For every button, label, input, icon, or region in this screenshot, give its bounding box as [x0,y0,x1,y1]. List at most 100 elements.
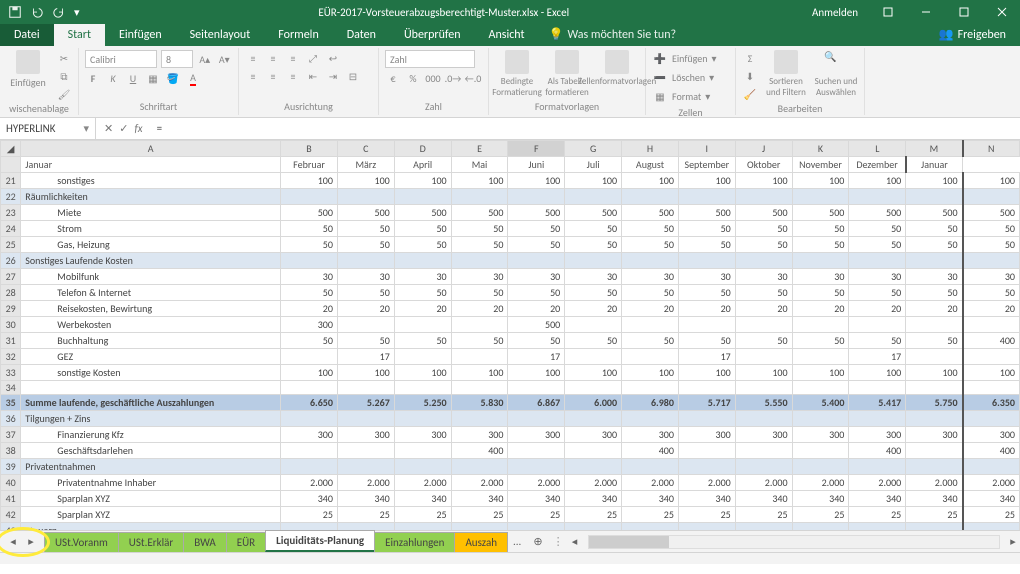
row-label[interactable]: Finanzierung Kfz [21,427,281,443]
align-bottom-icon[interactable]: ≡ [285,50,301,66]
cell[interactable]: 17 [849,349,906,365]
cell[interactable] [735,411,792,427]
cell[interactable] [622,317,679,333]
cell[interactable]: 50 [678,237,735,253]
cell[interactable]: 500 [394,205,451,221]
cell[interactable]: 30 [849,269,906,285]
cell[interactable] [565,459,622,475]
tell-me-search[interactable]: 💡 Was möchten Sie tun? [539,23,687,46]
cell[interactable] [735,253,792,269]
comma-icon[interactable]: 000 [425,70,441,86]
cell[interactable] [565,523,622,531]
cell[interactable] [792,443,849,459]
row-label[interactable]: Reisekosten, Bewirtung [21,301,281,317]
currency-icon[interactable]: € [385,70,401,86]
cell[interactable]: 500 [849,205,906,221]
cell[interactable] [394,253,451,269]
tab-ueberpruefen[interactable]: Überprüfen [390,24,475,46]
tab-daten[interactable]: Daten [333,24,390,46]
cell[interactable] [906,523,963,531]
sign-in-link[interactable]: Anmelden [800,6,870,19]
cell[interactable] [565,317,622,333]
cell[interactable]: 100 [906,365,963,381]
column-header[interactable]: K [792,141,849,157]
cell[interactable]: 30 [678,269,735,285]
sheet-more[interactable]: ... [507,535,527,548]
cell[interactable]: 50 [963,285,1020,301]
cell[interactable]: 100 [622,173,679,189]
cell[interactable]: 2.000 [622,475,679,491]
cell[interactable]: 50 [451,221,508,237]
cell[interactable] [678,459,735,475]
cell[interactable]: 50 [394,237,451,253]
row-header[interactable]: 21 [1,173,21,189]
cell[interactable] [337,253,394,269]
column-header[interactable]: M [906,141,963,157]
cell[interactable] [451,253,508,269]
row-header[interactable]: 22 [1,189,21,205]
cell[interactable] [906,189,963,205]
cell[interactable]: 50 [565,221,622,237]
sheet-tab[interactable]: Einzahlungen [374,532,455,552]
cell[interactable]: 30 [394,269,451,285]
tab-datei[interactable]: Datei [0,24,54,46]
cell[interactable] [963,349,1020,365]
cell[interactable]: 50 [849,333,906,349]
cell[interactable] [792,459,849,475]
cell[interactable] [281,349,338,365]
cell[interactable]: 340 [565,491,622,507]
cell[interactable]: 50 [337,285,394,301]
cell[interactable] [508,381,565,395]
cell[interactable]: 2.000 [735,475,792,491]
cell[interactable]: 50 [849,285,906,301]
row-header[interactable]: 24 [1,221,21,237]
cell[interactable]: 500 [963,205,1020,221]
cell[interactable] [735,523,792,531]
increase-font-icon[interactable]: A▴ [197,51,213,67]
cell[interactable]: 400 [963,443,1020,459]
cell[interactable]: 340 [678,491,735,507]
cell[interactable] [678,523,735,531]
cell[interactable]: 400 [451,443,508,459]
horizontal-scrollbar[interactable] [588,535,1000,549]
cell[interactable] [622,411,679,427]
cell[interactable]: 50 [906,285,963,301]
row-header[interactable]: 43 [1,523,21,531]
spreadsheet-grid[interactable]: ◢ABCDEFGHIJKLMN JanuarFebruarMärzAprilMa… [0,140,1020,530]
cell[interactable] [963,381,1020,395]
cell[interactable]: 5.267 [337,395,394,411]
cell[interactable]: 30 [735,269,792,285]
tab-seitenlayout[interactable]: Seitenlayout [176,24,265,46]
cell[interactable]: 5.250 [394,395,451,411]
cell[interactable]: 25 [337,507,394,523]
cell[interactable]: 500 [508,205,565,221]
column-header[interactable]: G [565,141,622,157]
cell[interactable]: 500 [678,205,735,221]
conditional-formatting-button[interactable]: Bedingte Formatierung [495,50,539,98]
decrease-font-icon[interactable]: A▾ [217,51,233,67]
cell[interactable]: 20 [337,301,394,317]
cell[interactable]: 300 [622,427,679,443]
cell[interactable] [735,349,792,365]
row-header[interactable]: 37 [1,427,21,443]
row-label[interactable]: sonstiges [21,173,281,189]
row-header[interactable]: 38 [1,443,21,459]
column-header[interactable]: H [622,141,679,157]
cell[interactable]: 50 [963,237,1020,253]
cell[interactable]: 5.400 [792,395,849,411]
bold-icon[interactable]: F [85,70,101,86]
cell[interactable] [622,523,679,531]
cell[interactable] [337,523,394,531]
row-header[interactable]: 32 [1,349,21,365]
cell[interactable] [281,189,338,205]
cell[interactable]: 25 [792,507,849,523]
cell[interactable] [337,381,394,395]
cell[interactable] [451,523,508,531]
cell[interactable] [451,189,508,205]
sort-filter-button[interactable]: Sortieren und Filtern [764,50,808,98]
cell[interactable] [451,381,508,395]
cell[interactable]: 6.867 [508,395,565,411]
cell[interactable]: 50 [678,285,735,301]
cell[interactable]: 50 [622,333,679,349]
cell[interactable] [565,381,622,395]
